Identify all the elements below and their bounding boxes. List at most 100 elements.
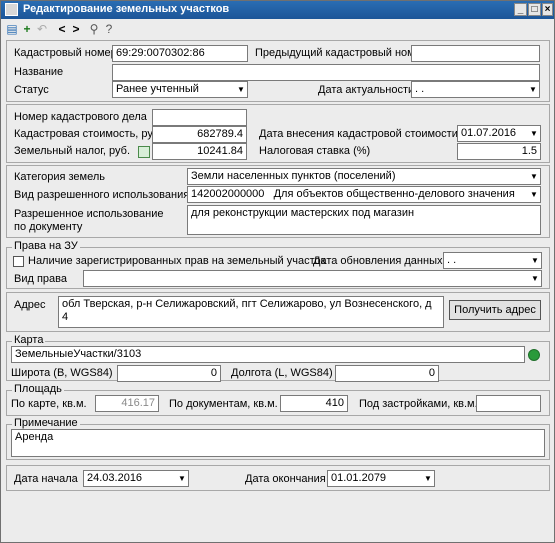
maximize-button[interactable]: □ xyxy=(528,3,541,16)
address-label: Адрес xyxy=(14,299,46,311)
actual-date-value: . . xyxy=(415,83,425,95)
permitted-use-label: Вид разрешенного использования xyxy=(14,189,190,201)
close-button[interactable]: × xyxy=(542,3,553,16)
right-type-label: Вид права xyxy=(14,273,67,285)
start-date-picker[interactable]: 24.03.2016 ▼ xyxy=(83,470,189,487)
status-label: Статус xyxy=(14,84,49,96)
actual-date-label: Дата актуальности xyxy=(318,84,415,96)
end-date-label: Дата окончания xyxy=(245,473,326,485)
chevron-down-icon[interactable]: ▼ xyxy=(422,471,434,486)
address-panel: Адрес обл Тверская, р-н Селижаровский, п… xyxy=(6,292,550,332)
permitted-use-value: Для объектов общественно-делового значен… xyxy=(273,188,515,200)
link-icon[interactable]: ⚲ xyxy=(87,22,101,36)
toolbar: ▤ + ↶ < > ⚲ ? xyxy=(1,20,554,38)
help-icon[interactable]: ? xyxy=(102,22,116,36)
status-value: Ранее учтенный xyxy=(116,83,199,95)
land-tax-field[interactable]: 10241.84 xyxy=(152,143,247,160)
land-plot-edit-window: Редактирование земельных участков _ □ × … xyxy=(0,0,555,543)
category-select[interactable]: Земли населенных пунктов (поселений) ▼ xyxy=(187,168,541,185)
tax-rate-label: Налоговая ставка (%) xyxy=(259,145,371,157)
start-date-value: 24.03.2016 xyxy=(87,472,143,484)
map-link-icon[interactable] xyxy=(528,349,540,361)
calculator-icon[interactable] xyxy=(138,146,150,158)
registered-rights-label: Наличие зарегистрированных прав на земел… xyxy=(28,255,326,267)
cost-entry-date-label: Дата внесения кадастровой стоимости xyxy=(259,128,458,140)
latitude-field[interactable]: 0 xyxy=(117,365,221,382)
doc-area-field[interactable]: 410 xyxy=(280,395,348,412)
map-area-field: 416.17 xyxy=(95,395,159,412)
area-panel: Площадь По карте, кв.м. 416.17 По докуме… xyxy=(6,383,550,416)
doc-use-label-1: Разрешенное использование xyxy=(14,208,164,220)
permitted-use-select[interactable]: 142002000000 Для объектов общественно-де… xyxy=(187,186,541,203)
name-field[interactable] xyxy=(112,64,540,81)
cadastral-value-label: Кадастровая стоимость, руб. xyxy=(14,128,163,140)
longitude-label: Долгота (L, WGS84) xyxy=(231,367,333,379)
doc-area-label: По документам, кв.м. xyxy=(169,398,278,410)
get-address-button[interactable]: Получить адрес xyxy=(449,300,541,320)
tax-rate-field[interactable]: 1.5 xyxy=(457,143,541,160)
registered-rights-checkbox[interactable] xyxy=(13,256,24,267)
rights-legend: Права на ЗУ xyxy=(12,240,80,252)
name-label: Название xyxy=(14,66,64,78)
status-select[interactable]: Ранее учтенный ▼ xyxy=(112,81,248,98)
app-icon xyxy=(5,3,18,16)
start-date-label: Дата начала xyxy=(14,473,78,485)
add-icon[interactable]: + xyxy=(20,22,34,36)
minimize-button[interactable]: _ xyxy=(514,3,527,16)
right-type-select[interactable]: ▼ xyxy=(83,270,542,287)
map-layer-field[interactable]: ЗемельныеУчастки/3103 xyxy=(11,346,525,363)
undo-icon[interactable]: ↶ xyxy=(35,22,49,36)
prev-cadastral-field[interactable] xyxy=(411,45,540,62)
end-date-value: 01.01.2079 xyxy=(331,472,387,484)
built-area-field[interactable] xyxy=(476,395,541,412)
built-area-label: Под застройками, кв.м. xyxy=(359,398,478,410)
land-category-panel: Категория земель Земли населенных пункто… xyxy=(6,165,550,238)
chevron-down-icon[interactable]: ▼ xyxy=(529,253,541,268)
window-title: Редактирование земельных участков xyxy=(23,3,230,15)
chevron-down-icon[interactable]: ▼ xyxy=(528,187,540,202)
prev-cadastral-label: Предыдущий кадастровый номер xyxy=(255,47,427,59)
end-date-picker[interactable]: 01.01.2079 ▼ xyxy=(327,470,435,487)
cost-panel: Номер кадастрового дела Кадастровая стои… xyxy=(6,104,550,163)
chevron-down-icon[interactable]: ▼ xyxy=(235,82,247,97)
next-icon[interactable]: > xyxy=(69,22,83,36)
actual-date-picker[interactable]: . . ▼ xyxy=(411,81,540,98)
land-tax-label: Земельный налог, руб. xyxy=(14,145,131,157)
save-icon[interactable]: ▤ xyxy=(5,22,19,36)
doc-use-textarea[interactable]: для реконструкции мастерских под магазин xyxy=(187,205,541,235)
cost-entry-date-value: 01.07.2016 xyxy=(461,127,517,139)
chevron-down-icon[interactable]: ▼ xyxy=(529,271,541,286)
update-date-label: Дата обновления данных xyxy=(313,255,443,267)
chevron-down-icon[interactable]: ▼ xyxy=(176,471,188,486)
update-date-picker[interactable]: . . ▼ xyxy=(443,252,542,269)
note-textarea[interactable]: Аренда xyxy=(11,429,545,457)
area-legend: Площадь xyxy=(12,383,64,395)
cadastral-label: Кадастровый номер xyxy=(14,47,117,59)
chevron-down-icon[interactable]: ▼ xyxy=(528,126,540,141)
map-panel: Карта ЗемельныеУчастки/3103 Широта (B, W… xyxy=(6,334,550,382)
note-panel: Примечание Аренда xyxy=(6,417,550,460)
prev-icon[interactable]: < xyxy=(55,22,69,36)
map-legend: Карта xyxy=(12,334,46,346)
category-label: Категория земель xyxy=(14,171,105,183)
address-field[interactable]: обл Тверская, р-н Селижаровский, пгт Сел… xyxy=(58,296,444,328)
map-area-label: По карте, кв.м. xyxy=(11,398,87,410)
title-bar: Редактирование земельных участков _ □ × xyxy=(1,1,554,19)
latitude-label: Широта (B, WGS84) xyxy=(11,367,113,379)
cost-entry-date-picker[interactable]: 01.07.2016 ▼ xyxy=(457,125,541,142)
permitted-use-code: 142002000000 xyxy=(191,188,265,200)
cadastral-number-field[interactable]: 69:29:0070302:86 xyxy=(112,45,248,62)
case-number-label: Номер кадастрового дела xyxy=(14,111,147,123)
main-info-panel: Кадастровый номер 69:29:0070302:86 Преды… xyxy=(6,40,550,102)
chevron-down-icon[interactable]: ▼ xyxy=(528,169,540,184)
dates-panel: Дата начала 24.03.2016 ▼ Дата окончания … xyxy=(6,465,550,491)
rights-panel: Права на ЗУ Наличие зарегистрированных п… xyxy=(6,240,550,289)
case-number-field[interactable] xyxy=(152,109,247,126)
longitude-field[interactable]: 0 xyxy=(335,365,439,382)
chevron-down-icon[interactable]: ▼ xyxy=(527,82,539,97)
note-legend: Примечание xyxy=(12,417,80,429)
category-value: Земли населенных пунктов (поселений) xyxy=(191,170,396,182)
cadastral-value-field[interactable]: 682789.4 xyxy=(152,126,247,143)
doc-use-label-2: по документу xyxy=(14,221,83,233)
update-date-value: . . xyxy=(447,254,457,266)
